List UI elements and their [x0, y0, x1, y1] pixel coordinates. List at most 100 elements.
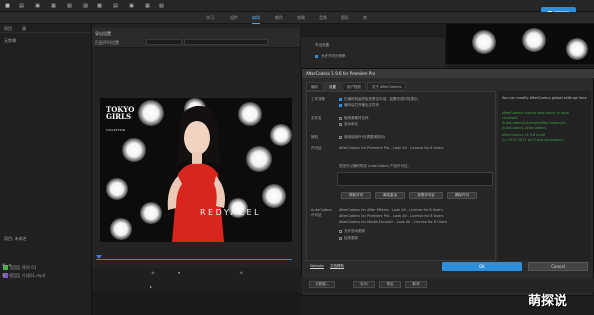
workspace-tab-assembly[interactable]: 组件 — [230, 15, 238, 21]
log-line: (c) 2020 2021 by Fnord developers — [502, 138, 564, 142]
file-menu-icon[interactable]: ▤ — [18, 3, 25, 9]
bokeh-light — [246, 146, 272, 172]
buy-prompt: 您还可以随时购买 AutoCodecs 产品许可证： — [339, 164, 412, 168]
workspace-tab-effects[interactable]: 效果 — [297, 15, 305, 21]
track-row: ▣ ◉ — [2, 262, 92, 268]
workspace-tab-libraries[interactable]: 库 — [363, 15, 367, 21]
match-sequence-label: 匹配序列设置 — [95, 40, 119, 45]
offline-license-checkbox[interactable] — [339, 136, 342, 139]
workflow-check-1[interactable] — [339, 98, 342, 101]
workspace-bar: 学习 组件 编辑 颜色 效果 音频 图形 库 — [0, 12, 594, 24]
export-settings-header: 导出设置 匹配序列设置 — [92, 28, 300, 48]
watermark-text: 萌探说 — [528, 294, 568, 309]
dialog-tabs: 编码 设置 用户授权 关于 AfterCodecs — [306, 82, 407, 91]
user-license-text: AfterCodecs for Premiere Pro - Look All … — [339, 146, 444, 150]
tab-encode[interactable]: 编码 — [306, 82, 323, 91]
workspace-tab-graphics[interactable]: 图形 — [341, 15, 349, 21]
bokeh-light — [270, 124, 292, 146]
clip-menu-icon[interactable]: ▦ — [50, 3, 57, 9]
ae-license-line-1: AfterCodecs for After Effects - Look All… — [339, 208, 443, 212]
auto-update-label: 允许自动更新 — [344, 229, 365, 233]
workspace-tab-learn[interactable]: 学习 — [206, 15, 214, 21]
autocodecs-license-label: AutoCodecs 许可证 — [311, 208, 332, 217]
filename-check-1[interactable] — [339, 117, 342, 120]
remove-license-button[interactable]: 删除许可 — [447, 192, 477, 199]
workspace-tab-color[interactable]: 颜色 — [275, 15, 283, 21]
get-license-button[interactable]: 获取许可 — [341, 192, 371, 199]
in-point-icon[interactable]: ⊳ — [150, 270, 156, 275]
track-lock-icon[interactable]: ▣ — [2, 263, 5, 267]
tab-settings[interactable]: 设置 — [324, 82, 341, 91]
track-mute-icon[interactable]: ◎ — [8, 273, 11, 277]
bokeh-light — [566, 38, 588, 60]
out-point-icon[interactable]: ⊲ — [238, 270, 244, 275]
allow-resolution-checkbox[interactable] — [315, 55, 318, 58]
window-menu-icon[interactable]: ▤ — [112, 3, 119, 9]
tab-about[interactable]: 关于 AfterCodecs — [367, 82, 407, 91]
ok-button[interactable]: OK — [442, 262, 522, 271]
track-eye-icon[interactable]: ◉ — [8, 263, 11, 267]
tab-project[interactable]: 项目 — [4, 26, 12, 31]
offline-license-label: 离线使用许可(需要授权码) — [344, 135, 386, 139]
tab-license[interactable]: 用户授权 — [342, 82, 366, 91]
format-dropdown[interactable] — [146, 39, 182, 45]
filename-check-2[interactable] — [339, 123, 342, 126]
user-license-label: 许可证 — [311, 146, 322, 150]
fit-dropdown-icon[interactable]: ▾ — [176, 270, 182, 275]
workflow-check-2[interactable] — [339, 104, 342, 107]
export-monitor-panel: 导出设置 匹配序列设置 TOKYO GIRLS COLLECTION REDYA — [92, 24, 300, 292]
view-license-button[interactable]: 查看许可证 — [409, 192, 443, 199]
bokeh-light — [262, 184, 286, 208]
bokeh-light — [106, 178, 128, 200]
workflow-opt-2: 编码后打开输出文件夹 — [344, 103, 379, 107]
queue-button[interactable]: 队列 — [353, 281, 375, 288]
video-preview: TOKYO GIRLS COLLECTION REDYAZEL — [100, 98, 292, 242]
filename-label: 文件名 — [311, 116, 322, 120]
preset-dropdown[interactable] — [184, 39, 268, 45]
workflow-opt-1: 在编码前始终检查是否可用，如果完成时将提示。 — [344, 97, 421, 101]
metadata-button[interactable]: 元数据... — [309, 281, 335, 288]
workspace-tab-editing[interactable]: 编辑 — [252, 15, 260, 24]
panel-item-no-clip: 无剪辑 — [4, 38, 16, 43]
graphics-menu-icon[interactable]: ▩ — [96, 3, 103, 9]
edit-menu-icon[interactable]: ▣ — [34, 3, 41, 9]
settings-body: 工作流程 在编码前始终检查是否可用，如果完成时将提示。 编码后打开输出文件夹 文… — [306, 91, 496, 261]
check-update-checkbox[interactable] — [339, 237, 342, 240]
cancel-button[interactable]: Cancel — [528, 262, 588, 271]
log-line: AfterCodecs license was found in local — [502, 111, 570, 115]
export-timeline — [92, 268, 300, 292]
timeline-range-bar[interactable] — [96, 259, 292, 260]
offline-activate-button[interactable]: 离线激活 — [375, 192, 405, 199]
track-lock-icon[interactable]: ▣ — [2, 273, 5, 277]
extra-menu-icon[interactable]: ▦ — [144, 3, 151, 9]
website-link[interactable]: Website — [310, 264, 324, 268]
cancel-export-button[interactable]: 取消 — [405, 281, 427, 288]
ae-license-line-2: AfterCodecs for Premiere Pro - Look All … — [339, 214, 444, 218]
app-menubar: ■ ▤ ▣ ▦ ▧ ▨ ▩ ▤ ▣ ▦ ▧ — [0, 0, 594, 12]
log-line: Licensed — [502, 116, 518, 120]
app-logo-icon: ■ — [5, 3, 10, 9]
check-update-label: 检查更新 — [344, 236, 358, 240]
license-key-input[interactable] — [337, 172, 493, 186]
docs-help-link[interactable]: 文档帮助 — [330, 264, 344, 269]
auto-update-checkbox[interactable] — [339, 230, 342, 233]
playhead-marker[interactable] — [96, 255, 102, 259]
output-settings-panel: 写出设置 允许不同分辨率 — [300, 36, 446, 70]
source-range-icon[interactable]: ▸ — [148, 284, 154, 289]
extra2-menu-icon[interactable]: ▧ — [158, 3, 165, 9]
video-brand-text: REDYAZEL — [200, 208, 262, 217]
export-button[interactable]: 导出 — [379, 281, 401, 288]
info-log-title: You can modify AfterCodecs global settin… — [502, 96, 587, 100]
workflow-label: 工作流程 — [311, 97, 325, 101]
help-menu-icon[interactable]: ▣ — [128, 3, 135, 9]
sequence-menu-icon[interactable]: ▧ — [66, 3, 73, 9]
output-preview — [446, 24, 594, 64]
export-settings-title: 导出设置 — [95, 31, 111, 36]
workspace-tab-audio[interactable]: 音频 — [319, 15, 327, 21]
bokeh-light — [122, 138, 146, 162]
track-row: ▣ ◎ — [2, 272, 92, 278]
marker-menu-icon[interactable]: ▨ — [82, 3, 89, 9]
bokeh-light — [110, 218, 132, 240]
tab-source[interactable]: 源 — [22, 26, 26, 31]
panel-item-project-name: 项目: 未命名 — [4, 236, 27, 241]
